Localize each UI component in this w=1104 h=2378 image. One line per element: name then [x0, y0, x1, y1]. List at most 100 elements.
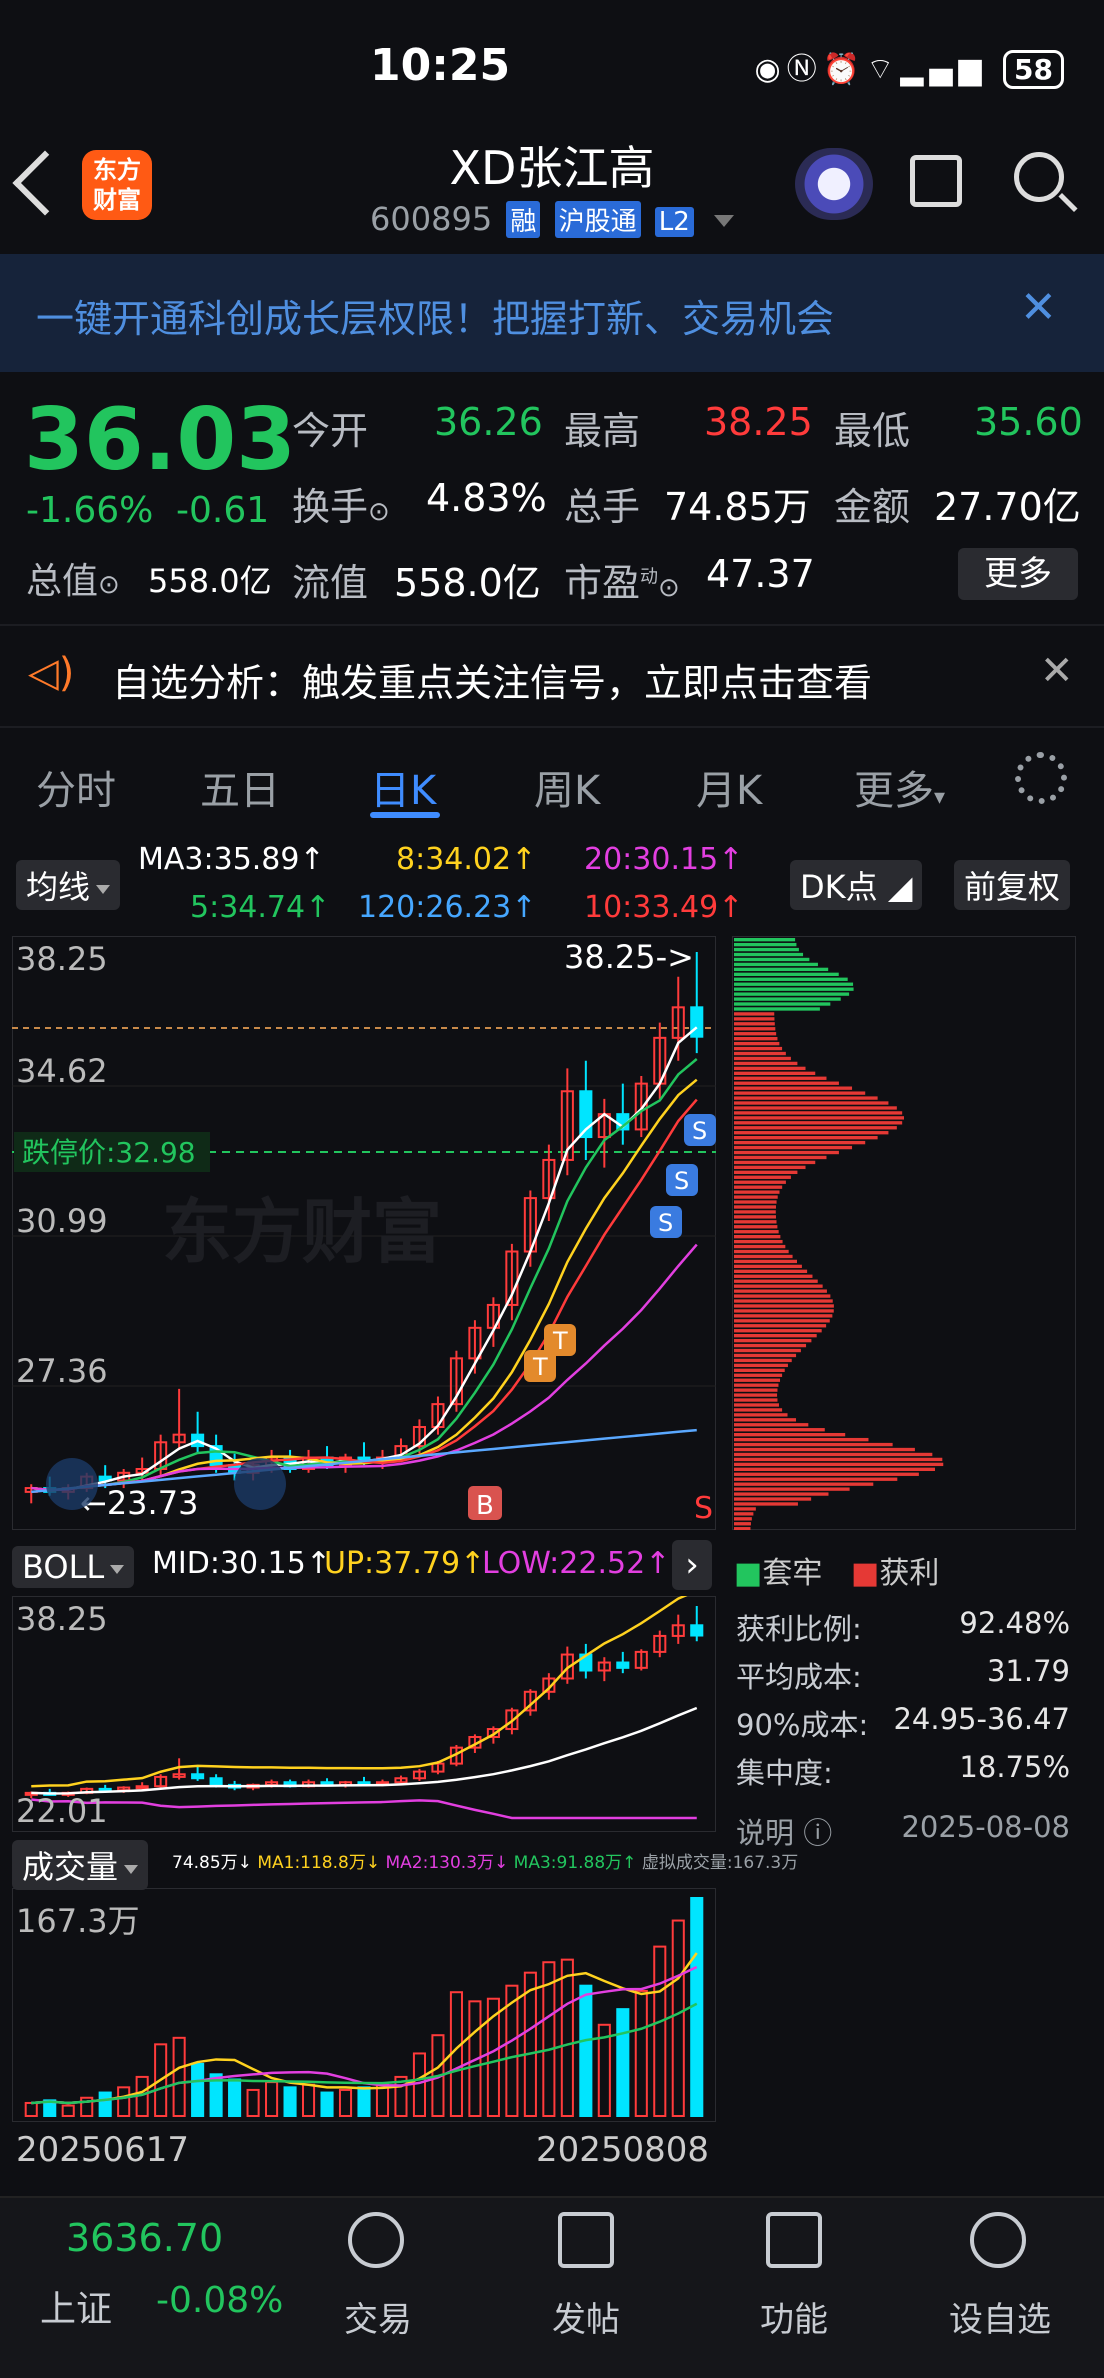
- chip-bar: [734, 1041, 780, 1046]
- ma5-value: 5:34.74↑: [190, 890, 331, 925]
- index-value[interactable]: 3636.70: [66, 2216, 223, 2260]
- chip-bar: [734, 1388, 778, 1392]
- promo-banner-text[interactable]: 一键开通科创成长层权限！把握打新、交易机会: [36, 288, 834, 343]
- volume-bar: [671, 1919, 685, 2117]
- tab-daily-k[interactable]: 日K: [370, 758, 436, 816]
- limit-down-label: 跌停价:32.98: [22, 1136, 196, 1169]
- volume-ma-line-5: [31, 1952, 698, 2105]
- candlestick-chart[interactable]: 东方财富 38.25 34.62 30.99 27.36 38.25-> ←23…: [12, 936, 716, 1530]
- chevron-down-icon: [124, 1864, 139, 1874]
- boll-up: UP:37.79↑: [324, 1546, 486, 1581]
- close-icon[interactable]: ✕: [1040, 648, 1074, 694]
- index-name[interactable]: 上证: [40, 2280, 112, 2332]
- tab-monthly-k[interactable]: 月K: [696, 758, 762, 816]
- volume-value: 74.85万: [664, 485, 811, 529]
- chip-bar: [734, 1492, 829, 1496]
- volume-bar: [24, 2101, 38, 2117]
- chip-bar: [734, 1230, 779, 1234]
- more-dots-icon[interactable]: [970, 2212, 1026, 2268]
- pe-value: 47.37: [706, 552, 815, 596]
- turnover-value: 4.83%: [426, 476, 547, 520]
- chip-bar: [734, 1467, 935, 1471]
- profit-ratio-value: 92.48%: [959, 1606, 1070, 1640]
- tab-weekly-k[interactable]: 周K: [534, 758, 600, 816]
- boll-candle-body: [135, 1785, 149, 1790]
- chip-bar: [734, 1225, 778, 1229]
- tab-intraday[interactable]: 分时: [36, 758, 116, 816]
- chip-bar: [734, 1096, 878, 1100]
- high-value: 38.25: [704, 400, 813, 444]
- tab-five-day[interactable]: 五日: [200, 758, 280, 816]
- chip-bar: [734, 1428, 825, 1432]
- nav-trade[interactable]: 交易: [298, 2292, 458, 2341]
- boll-mid: MID:30.15↑: [152, 1546, 331, 1581]
- low-value: 35.60: [974, 400, 1083, 444]
- boll-up-line: [31, 1596, 688, 1788]
- chip-bar: [734, 962, 818, 967]
- search-icon[interactable]: [1014, 152, 1064, 202]
- edit-post-icon[interactable]: [558, 2212, 614, 2268]
- grid-function-icon[interactable]: [766, 2212, 822, 2268]
- chip-bar: [734, 1527, 751, 1530]
- amount-value: 27.70亿: [934, 485, 1081, 529]
- yuan-trade-icon[interactable]: [348, 2212, 404, 2268]
- chip-bar: [734, 1180, 786, 1184]
- chip-bar: [734, 1264, 802, 1269]
- high-label: 最高: [564, 409, 641, 453]
- chip-bar: [734, 1309, 834, 1313]
- chip-bar: [734, 1517, 752, 1521]
- close-icon[interactable]: ✕: [1020, 282, 1057, 333]
- more-button[interactable]: 更多: [958, 548, 1078, 600]
- chip-bar: [734, 1175, 791, 1179]
- tab-more[interactable]: 更多▾: [854, 758, 945, 816]
- chip-bar: [734, 1353, 797, 1358]
- volume-selector[interactable]: 成交量: [12, 1840, 149, 1890]
- chevron-down-icon: [96, 884, 111, 894]
- dk-point-button[interactable]: DK点 ◢: [790, 860, 923, 910]
- volume-chart[interactable]: 167.3万: [12, 1888, 716, 2122]
- ma-selector[interactable]: 均线: [16, 860, 121, 910]
- boll-y-top: 38.25: [16, 1600, 108, 1638]
- eye-icon: ◉: [754, 52, 787, 87]
- nav-post[interactable]: 发帖: [506, 2292, 666, 2341]
- ma-line-5: [31, 1058, 698, 1492]
- concentration-label: 集中度:: [736, 1756, 833, 1790]
- nav-function[interactable]: 功能: [714, 2292, 874, 2341]
- boll-chart[interactable]: 38.25 22.01: [12, 1596, 716, 1832]
- adjust-button[interactable]: 前复权: [954, 860, 1071, 910]
- note-button[interactable]: 说明 ⓘ: [736, 1810, 832, 1852]
- volume-bar: [560, 1958, 574, 2118]
- boll-y-bottom: 22.01: [16, 1792, 108, 1830]
- chip-bar: [734, 1116, 904, 1120]
- chip-bar: [734, 1413, 788, 1417]
- turnover-label[interactable]: 换手⊙: [292, 476, 390, 531]
- chip-bar: [734, 1200, 777, 1204]
- concentration-value: 18.75%: [959, 1750, 1070, 1784]
- chip-bar: [734, 1066, 806, 1071]
- chip-bar: [734, 1061, 798, 1066]
- info-icon: ⓘ: [803, 1816, 833, 1850]
- open-label: 今开: [292, 409, 369, 453]
- volume-bar: [616, 2008, 630, 2117]
- chip-bar: [734, 1131, 889, 1135]
- robot-assistant-icon[interactable]: [795, 148, 873, 220]
- x-axis-start: 20250617: [16, 2130, 190, 2170]
- chip-bar: [734, 957, 810, 962]
- volume-bar: [301, 2083, 316, 2117]
- index-change[interactable]: -0.08%: [156, 2280, 283, 2321]
- mktcap-label[interactable]: 总值⊙: [26, 552, 120, 604]
- gear-icon[interactable]: [1015, 752, 1067, 804]
- share-icon[interactable]: [910, 155, 962, 207]
- chip-bar: [734, 972, 839, 976]
- nav-add-watchlist[interactable]: 设自选: [920, 2292, 1080, 2341]
- alert-text[interactable]: 自选分析：触发重点关注信号，立即点击查看: [112, 652, 872, 707]
- volume-bar: [653, 1945, 667, 2118]
- chip-bar: [734, 1358, 792, 1363]
- chip-bar: [734, 1423, 809, 1427]
- volume-bar: [191, 2062, 205, 2118]
- pe-label[interactable]: 市盈动⊙: [564, 552, 680, 607]
- chevron-right-icon[interactable]: ›: [672, 1540, 712, 1590]
- boll-selector[interactable]: BOLL: [12, 1546, 135, 1588]
- boll-candle-body: [616, 1661, 630, 1669]
- ma-line-120: [31, 1428, 697, 1494]
